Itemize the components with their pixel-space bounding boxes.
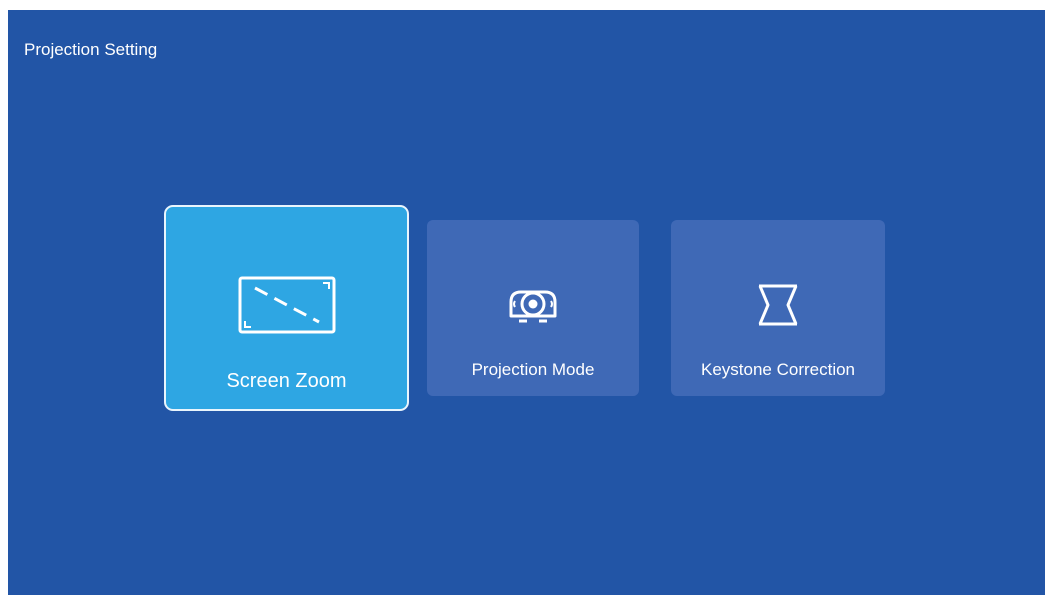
menu-item-label: Keystone Correction [700,360,856,379]
keystone-icon [758,284,798,326]
menu-item-label: Screen Zoom [226,370,347,392]
screen-zoom-icon [238,276,335,334]
menu-item-screen-zoom[interactable]: Screen Zoom [164,205,409,411]
page-title: Projection Setting [24,40,158,59]
menu-item-label: Projection Mode [471,360,595,379]
projection-setting-screen: Projection Setting Screen Zoom Projectio… [8,10,1045,595]
projector-icon [509,290,557,323]
menu-item-keystone-correction[interactable]: Keystone Correction [671,220,885,396]
menu-item-projection-mode[interactable]: Projection Mode [427,220,639,396]
